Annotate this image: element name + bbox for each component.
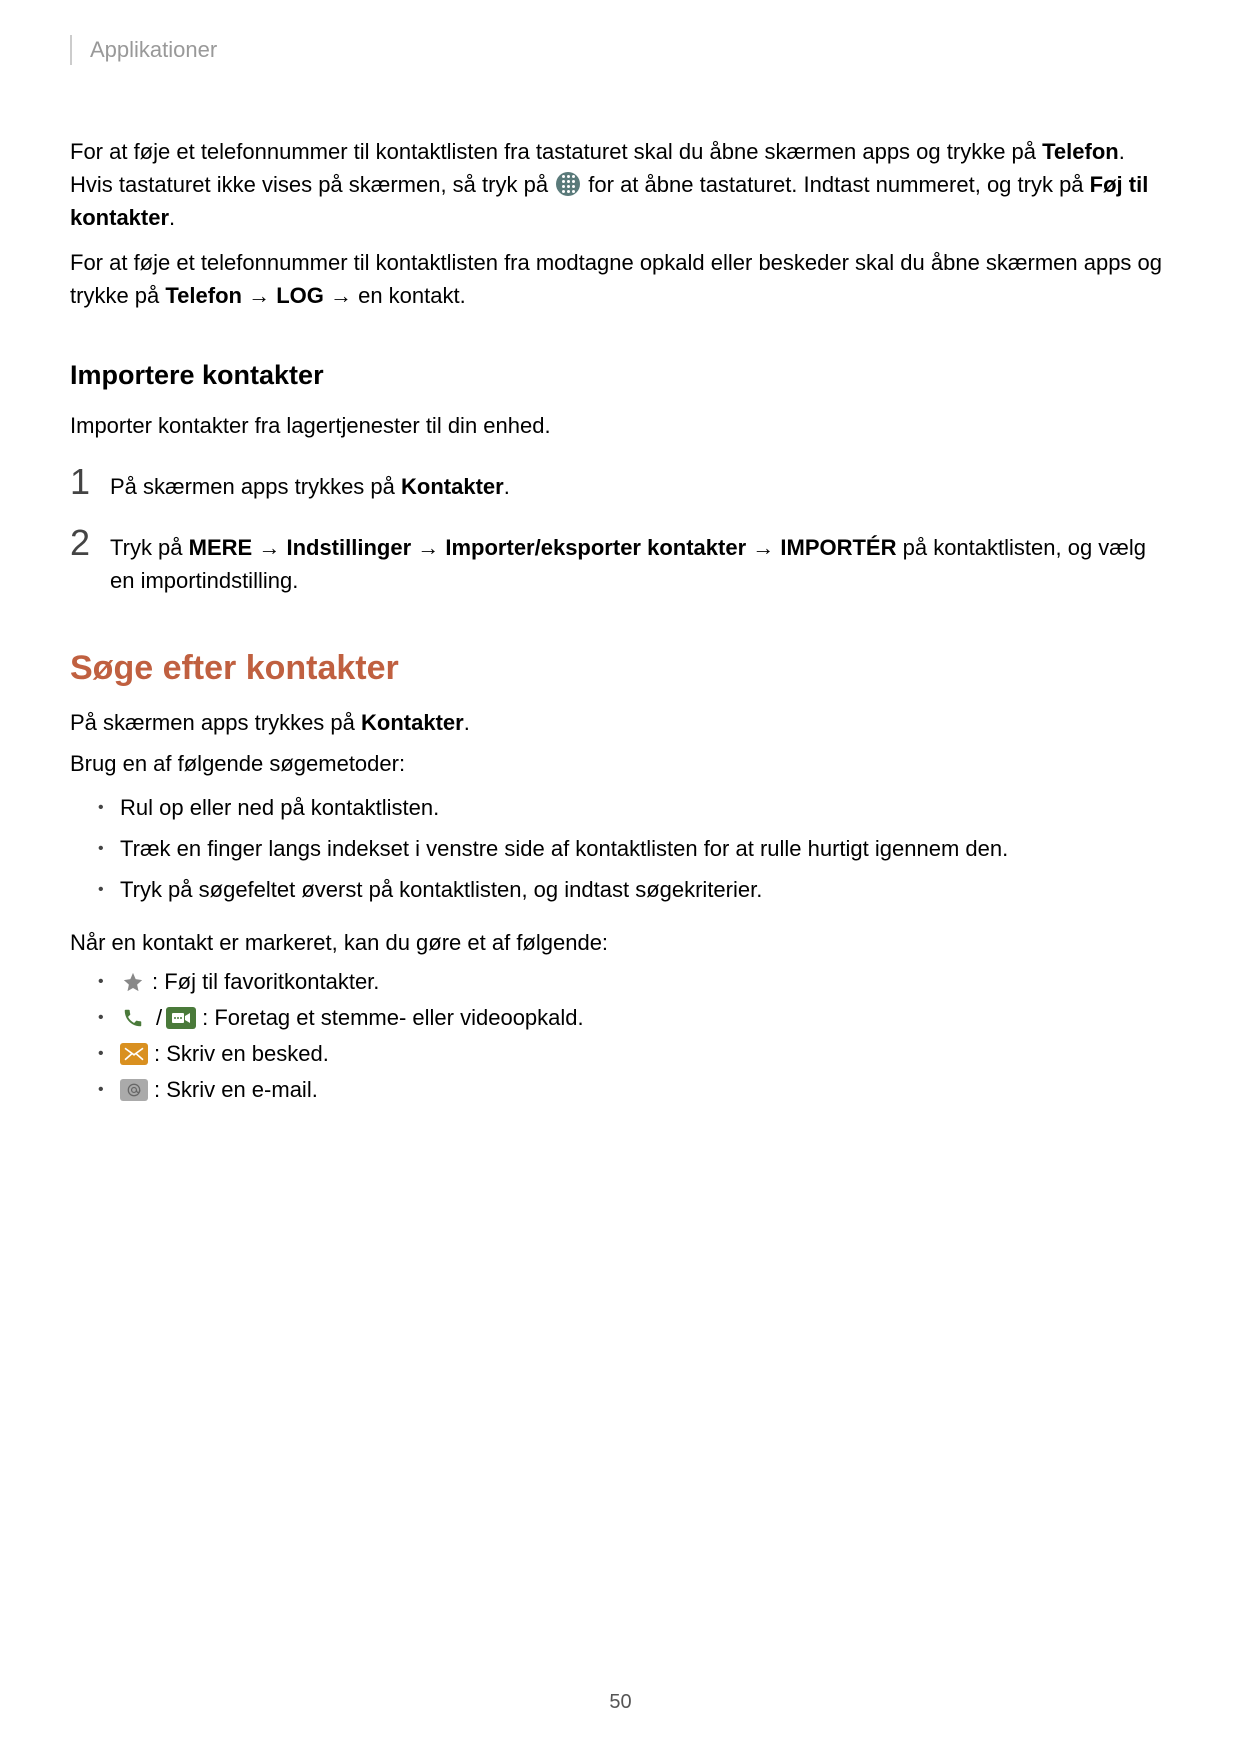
breadcrumb: Applikationer	[70, 35, 1171, 65]
search-method-list: • Rul op eller ned på kontaktlisten. • T…	[98, 790, 1171, 908]
step-1: 1 På skærmen apps trykkes på Kontakter.	[70, 464, 1171, 503]
arrow: →	[242, 283, 276, 308]
step-number: 2	[70, 525, 110, 561]
heading-import: Importere kontakter	[70, 360, 1171, 391]
action-call: • / : Foretag et stemme- eller videoopka…	[98, 1005, 1171, 1031]
import-intro: Importer kontakter fra lagertjenester ti…	[70, 409, 1171, 442]
arrow: →	[252, 535, 286, 560]
intro-paragraph-1: For at føje et telefonnummer til kontakt…	[70, 135, 1171, 234]
intro-paragraph-2: For at føje et telefonnummer til kontakt…	[70, 246, 1171, 312]
bold-kontakter2: Kontakter	[361, 710, 464, 735]
text: .	[504, 474, 510, 499]
keypad-icon	[556, 172, 580, 196]
message-icon	[120, 1043, 148, 1065]
bullet-icon: •	[98, 973, 120, 991]
text: .	[169, 205, 175, 230]
star-icon	[120, 969, 146, 995]
phone-icon	[120, 1005, 146, 1031]
heading-search: Søge efter kontakter	[70, 649, 1171, 688]
video-icon	[166, 1007, 196, 1029]
text: : Føj til favoritkontakter.	[152, 969, 379, 995]
action-email: • : Skriv en e-mail.	[98, 1077, 1171, 1103]
page-number: 50	[0, 1691, 1241, 1714]
text: Rul op eller ned på kontaktlisten.	[120, 790, 1171, 825]
bullet-icon: •	[98, 1045, 120, 1063]
text: For at føje et telefonnummer til kontakt…	[70, 139, 1042, 164]
list-item: • Rul op eller ned på kontaktlisten.	[98, 790, 1171, 825]
arrow: →	[746, 535, 780, 560]
search-p2: Brug en af følgende søgemetoder:	[70, 747, 1171, 780]
bullet-icon: •	[98, 1081, 120, 1099]
slash: /	[156, 1005, 162, 1031]
numbered-list: 1 På skærmen apps trykkes på Kontakter. …	[70, 464, 1171, 597]
text: → en kontakt.	[324, 283, 466, 308]
bold-indstillinger: Indstillinger	[286, 535, 411, 560]
action-favorite: • : Føj til favoritkontakter.	[98, 969, 1171, 995]
action-list: • : Føj til favoritkontakter. • / : Fore…	[98, 969, 1171, 1103]
text: Tryk på	[110, 535, 189, 560]
bold-telefon2: Telefon	[165, 283, 242, 308]
text: Tryk på søgefeltet øverst på kontaktlist…	[120, 872, 1171, 907]
text: for at åbne tastaturet. Indtast nummeret…	[582, 172, 1089, 197]
bold-log: LOG	[276, 283, 324, 308]
bold-importer-eksporter: Importer/eksporter kontakter	[445, 535, 746, 560]
email-icon	[120, 1079, 148, 1101]
action-message: • : Skriv en besked.	[98, 1041, 1171, 1067]
text: Træk en finger langs indekset i venstre …	[120, 831, 1171, 866]
breadcrumb-text: Applikationer	[90, 37, 217, 63]
bullet-icon: •	[98, 790, 120, 821]
text: : Foretag et stemme- eller videoopkald.	[202, 1005, 584, 1031]
bold-kontakter: Kontakter	[401, 474, 504, 499]
search-p1: På skærmen apps trykkes på Kontakter.	[70, 706, 1171, 739]
bullet-icon: •	[98, 831, 120, 862]
text: På skærmen apps trykkes på	[70, 710, 361, 735]
step-2: 2 Tryk på MERE → Indstillinger → Importe…	[70, 525, 1171, 597]
arrow: →	[411, 535, 445, 560]
step-number: 1	[70, 464, 110, 500]
text: På skærmen apps trykkes på	[110, 474, 401, 499]
text: .	[464, 710, 470, 735]
list-item: • Træk en finger langs indekset i venstr…	[98, 831, 1171, 866]
bold-importer: IMPORTÉR	[780, 535, 896, 560]
bold-telefon: Telefon	[1042, 139, 1119, 164]
bold-mere: MERE	[189, 535, 253, 560]
bullet-icon: •	[98, 1009, 120, 1027]
text: : Skriv en besked.	[154, 1041, 329, 1067]
list-item: • Tryk på søgefeltet øverst på kontaktli…	[98, 872, 1171, 907]
bullet-icon: •	[98, 872, 120, 903]
text: : Skriv en e-mail.	[154, 1077, 318, 1103]
search-p3: Når en kontakt er markeret, kan du gøre …	[70, 926, 1171, 959]
